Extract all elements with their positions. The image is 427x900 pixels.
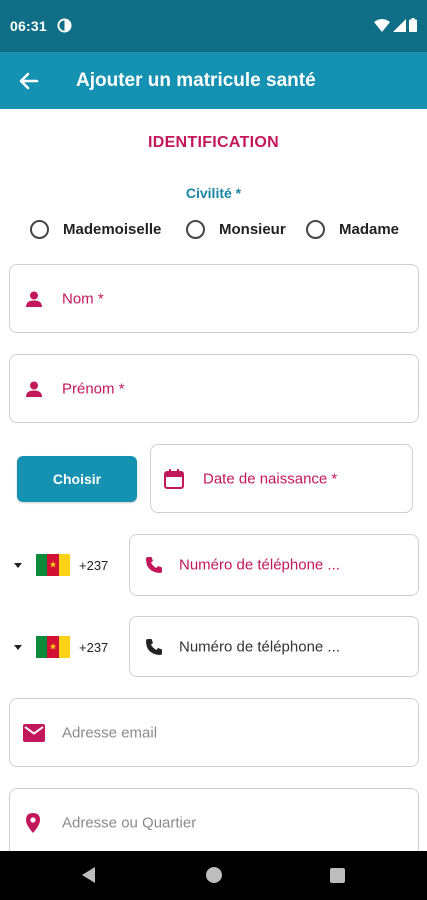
data-saver-icon (57, 18, 72, 33)
radio-label: Monsieur (219, 220, 286, 238)
civility-label: Civilité * (185, 185, 242, 201)
signal-icon (393, 18, 406, 32)
wifi-icon (374, 18, 390, 32)
status-icons (374, 18, 417, 32)
prenom-field[interactable]: Prénom * (9, 354, 419, 423)
dial-code: +237 (79, 639, 109, 655)
status-bar: 06:31 (0, 0, 427, 52)
section-title: IDENTIFICATION (147, 134, 279, 151)
person-icon (24, 379, 44, 399)
radio-label: Mademoiselle (63, 220, 162, 238)
back-button[interactable] (14, 66, 44, 96)
radio-label: Madame (339, 220, 400, 238)
email-placeholder: Adresse email (62, 724, 158, 741)
mail-icon (23, 723, 45, 742)
page-title: Ajouter un matricule santé (76, 70, 316, 91)
country-selector-2[interactable]: ★ +237 (14, 635, 108, 659)
status-time: 06:31 (10, 18, 47, 34)
system-nav-bar (0, 851, 427, 900)
caret-down-icon (14, 644, 22, 650)
country-selector[interactable]: ★ +237 (14, 553, 108, 577)
nom-field[interactable]: Nom * (9, 264, 419, 333)
address-placeholder: Adresse ou Quartier (62, 814, 197, 831)
caret-down-icon (14, 562, 22, 568)
dial-code: +237 (79, 557, 109, 573)
phone-field-2[interactable]: Numéro de téléphone ... (129, 616, 419, 677)
birthdate-placeholder: Date de naissance * (203, 470, 338, 487)
phone-field-1[interactable]: Numéro de téléphone ... (129, 534, 419, 596)
app-bar: Ajouter un matricule santé (0, 52, 427, 109)
email-field[interactable]: Adresse email (9, 698, 419, 767)
nav-back-icon[interactable] (82, 867, 95, 883)
cameroon-flag-icon: ★ (36, 554, 70, 576)
radio-option-madame[interactable]: Madame (306, 218, 399, 240)
person-icon (24, 289, 44, 309)
nav-recent-apps-icon[interactable] (330, 868, 345, 883)
nav-home-icon[interactable] (206, 867, 222, 883)
cameroon-flag-icon: ★ (36, 636, 70, 658)
radio-button[interactable] (306, 219, 325, 239)
radio-option-mademoiselle[interactable]: Mademoiselle (30, 218, 161, 240)
screen: 06:31 Ajouter un matricule santé IDENTIF… (0, 0, 427, 900)
battery-icon (409, 18, 417, 32)
choose-button[interactable]: Choisir (17, 456, 137, 502)
phone-icon (144, 637, 164, 657)
calendar-icon (163, 468, 185, 490)
prenom-placeholder: Prénom * (62, 380, 125, 397)
radio-button[interactable] (186, 219, 205, 239)
arrow-left-icon (19, 72, 39, 90)
address-field[interactable]: Adresse ou Quartier (9, 788, 419, 857)
location-pin-icon (24, 812, 42, 834)
radio-option-monsieur[interactable]: Monsieur (186, 218, 286, 240)
radio-button[interactable] (30, 219, 49, 239)
nom-placeholder: Nom * (62, 290, 104, 307)
phone-icon (144, 555, 164, 575)
phone-placeholder-1: Numéro de téléphone ... (179, 556, 340, 574)
phone-placeholder-2: Numéro de téléphone ... (179, 638, 340, 655)
birthdate-field[interactable]: Date de naissance * (150, 444, 413, 513)
